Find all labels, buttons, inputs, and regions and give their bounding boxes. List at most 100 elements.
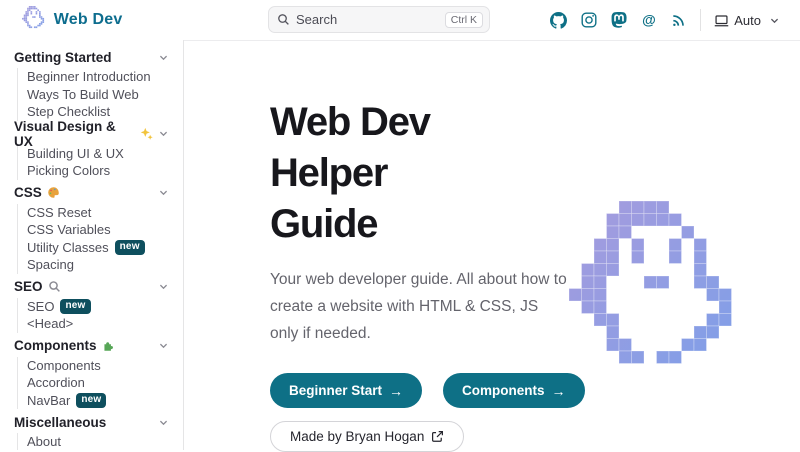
sidebar-item-label: Beginner Introduction — [27, 69, 151, 84]
laptop-icon — [714, 13, 729, 28]
chevron-down-icon — [158, 52, 169, 63]
chevron-down-icon — [158, 417, 169, 428]
sidebar-item[interactable]: Utility Classes new — [27, 239, 173, 257]
sidebar-item-label: Components — [27, 358, 101, 373]
sidebar-item[interactable]: NavBar new — [27, 392, 173, 410]
page-title-line: Web Dev — [270, 97, 800, 148]
svg-text:@: @ — [642, 12, 656, 28]
sidebar-section-items: Beginner Introduction Ways To Build Web St… — [17, 68, 173, 121]
components-label: Components — [462, 383, 545, 398]
arrow-right-icon: → — [389, 383, 403, 399]
sidebar-item-label: SEO — [27, 299, 54, 314]
sidebar-section-title[interactable]: SEO — [14, 276, 173, 298]
sparkles-icon — [140, 127, 153, 140]
sidebar-section-label: Getting Started — [14, 50, 112, 65]
sidebar-section-label: Visual Design & UX — [14, 119, 135, 149]
arrow-right-icon: → — [552, 383, 566, 399]
site-title: Web Dev — [54, 11, 123, 29]
sidebar-section: CSS CSS Reset CSS Variables Utility Classes… — [14, 182, 173, 274]
github-icon[interactable] — [550, 12, 567, 29]
sidebar-item[interactable]: Spacing — [27, 256, 173, 274]
sidebar-item[interactable]: Building UI & UX — [27, 145, 173, 163]
sidebar-section-items: Building UI & UX Picking Colors — [17, 145, 173, 180]
sidebar-item[interactable]: SEO new — [27, 298, 173, 316]
header-actions: @ Auto — [550, 0, 780, 40]
sidebar-section-title[interactable]: Components — [14, 335, 173, 357]
sidebar-item-label: About — [27, 434, 61, 449]
sidebar-section-title[interactable]: Getting Started — [14, 46, 173, 68]
puzzle-icon — [102, 339, 115, 352]
chevron-down-icon — [158, 187, 169, 198]
search-input[interactable]: Search Ctrl K — [268, 6, 490, 33]
new-badge: new — [76, 393, 106, 408]
search-placeholder: Search — [296, 12, 445, 27]
sidebar-item-label: Utility Classes — [27, 240, 109, 255]
sidebar-item-label: CSS Reset — [27, 205, 91, 220]
sidebar-section: SEO SEO new <Head> — [14, 276, 173, 333]
sidebar-section-title[interactable]: Visual Design & UX — [14, 123, 173, 145]
new-badge: new — [115, 240, 145, 255]
sidebar-item[interactable]: Ways To Build Web — [27, 86, 173, 104]
sidebar-item-label: Accordion — [27, 375, 85, 390]
header-divider — [700, 9, 701, 31]
sidebar-item-label: Building UI & UX — [27, 146, 124, 161]
hero-secondary-actions: Made by Bryan Hogan — [270, 421, 800, 452]
sidebar-item[interactable]: Picking Colors — [27, 162, 173, 180]
external-link-icon — [431, 430, 444, 443]
theme-switcher[interactable]: Auto — [714, 13, 780, 28]
rss-icon[interactable] — [670, 12, 687, 29]
sidebar-section-items: CSS Reset CSS Variables Utility Classes new… — [17, 204, 173, 274]
sidebar-item[interactable]: Components — [27, 357, 173, 375]
mastodon-icon[interactable] — [610, 12, 627, 29]
logo[interactable]: Web Dev — [22, 0, 122, 40]
sidebar-section-items: SEO new <Head> — [17, 298, 173, 333]
components-button[interactable]: Components → — [443, 373, 585, 408]
sidebar-item-label: CSS Variables — [27, 222, 111, 237]
sidebar-section-label: Miscellaneous — [14, 415, 106, 430]
sidebar-section-items: Components Accordion NavBar new — [17, 357, 173, 410]
sidebar-item[interactable]: CSS Variables — [27, 221, 173, 239]
new-badge: new — [60, 299, 90, 314]
sidebar-item-label: Spacing — [27, 257, 74, 272]
sidebar-item-label: <Head> — [27, 316, 73, 331]
penguin-logo-icon — [22, 6, 46, 33]
made-by-label: Made by Bryan Hogan — [290, 429, 424, 444]
threads-icon[interactable]: @ — [640, 12, 657, 29]
search-shortcut: Ctrl K — [445, 12, 483, 28]
sidebar-item[interactable]: Accordion — [27, 374, 173, 392]
theme-switcher-label: Auto — [734, 13, 761, 28]
sidebar-section: Components Components Accordion NavBar new — [14, 335, 173, 410]
sidebar-section-title[interactable]: CSS — [14, 182, 173, 204]
sidebar-section-items: AboutStyling Methods — [17, 433, 173, 450]
sidebar-section: Getting Started Beginner Introduction Ways… — [14, 46, 173, 121]
sidebar-section-label: Components — [14, 338, 97, 353]
sidebar-section-title[interactable]: Miscellaneous — [14, 411, 173, 433]
sidebar-item-label: Picking Colors — [27, 163, 110, 178]
magnifier-icon — [48, 280, 61, 293]
palette-icon — [47, 186, 60, 199]
app-header: Web Dev Search Ctrl K @ Auto — [0, 0, 800, 40]
sidebar-item-label: Step Checklist — [27, 104, 110, 119]
chevron-down-icon — [769, 15, 780, 26]
social-links: @ — [550, 12, 687, 29]
sidebar-item[interactable]: <Head> — [27, 315, 173, 333]
beginner-start-button[interactable]: Beginner Start → — [270, 373, 422, 408]
page-title-line: Helper — [270, 148, 800, 199]
made-by-button[interactable]: Made by Bryan Hogan — [270, 421, 464, 452]
sidebar-section-label: SEO — [14, 279, 43, 294]
hero-actions: Beginner Start → Components → — [270, 373, 800, 408]
instagram-icon[interactable] — [580, 12, 597, 29]
sidebar-item[interactable]: CSS Reset — [27, 204, 173, 222]
chevron-down-icon — [158, 128, 169, 139]
sidebar-item-label: NavBar — [27, 393, 70, 408]
beginner-start-label: Beginner Start — [289, 383, 382, 398]
sidebar-section: Miscellaneous AboutStyling Methods — [14, 411, 173, 450]
sidebar-item-label: Ways To Build Web — [27, 87, 139, 102]
sidebar-section-label: CSS — [14, 185, 42, 200]
sidebar-item[interactable]: About — [27, 433, 173, 450]
chevron-down-icon — [158, 340, 169, 351]
sidebar-item[interactable]: Beginner Introduction — [27, 68, 173, 86]
sidebar-nav: Getting Started Beginner Introduction Ways… — [0, 40, 184, 450]
sidebar-section: Visual Design & UXBuilding UI & UX Pickin… — [14, 123, 173, 180]
search-icon — [277, 13, 290, 26]
